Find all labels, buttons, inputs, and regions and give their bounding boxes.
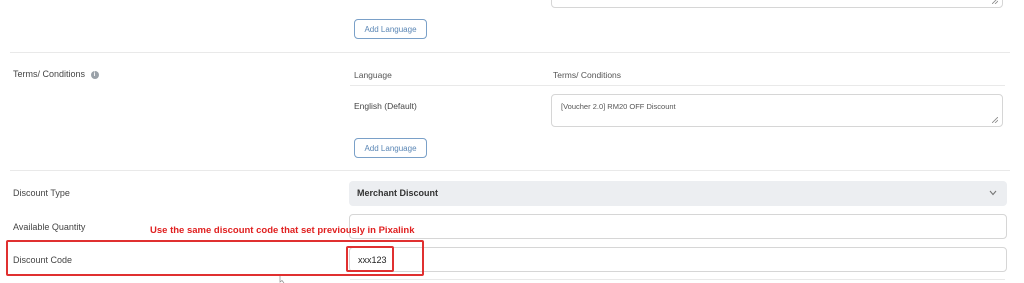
column-header-terms: Terms/ Conditions bbox=[553, 70, 622, 80]
resize-grip-icon[interactable] bbox=[992, 117, 998, 123]
add-language-button[interactable]: Add Language bbox=[354, 138, 427, 158]
terms-textarea[interactable]: [Voucher 2.0] RM20 OFF Discount bbox=[551, 94, 1003, 127]
section-divider bbox=[10, 170, 1010, 171]
discount-type-value: Merchant Discount bbox=[357, 188, 439, 198]
chevron-down-icon bbox=[989, 190, 997, 196]
add-language-button[interactable]: Add Language bbox=[354, 19, 427, 39]
discount-type-select[interactable]: Merchant Discount bbox=[349, 181, 1007, 206]
available-quantity-label: Available Quantity bbox=[13, 222, 86, 232]
column-header-language: Language bbox=[354, 70, 392, 80]
resize-grip-icon[interactable] bbox=[992, 0, 998, 4]
terms-label-row: Terms/ Conditions i bbox=[13, 69, 99, 79]
description-textarea-top[interactable] bbox=[551, 0, 1003, 8]
header-divider bbox=[350, 85, 1005, 86]
available-quantity-input[interactable] bbox=[349, 214, 1007, 239]
discount-type-label: Discount Type bbox=[13, 188, 70, 198]
discount-code-input[interactable]: xxx123 bbox=[349, 247, 1007, 272]
annotation-box-value bbox=[346, 246, 394, 272]
section-divider bbox=[10, 52, 1010, 53]
info-icon[interactable]: i bbox=[90, 70, 99, 79]
terms-label: Terms/ Conditions bbox=[13, 69, 86, 79]
row-language: English (Default) bbox=[354, 101, 417, 111]
terms-textarea-value: [Voucher 2.0] RM20 OFF Discount bbox=[561, 102, 676, 111]
bottom-divider bbox=[350, 279, 1005, 280]
annotation-text: Use the same discount code that set prev… bbox=[150, 225, 415, 236]
cursor-icon bbox=[279, 276, 285, 283]
